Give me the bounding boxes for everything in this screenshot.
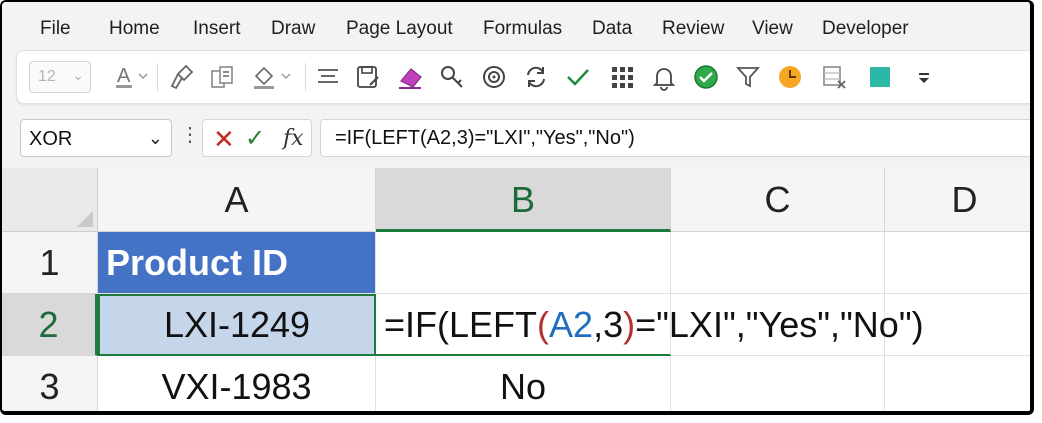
formula-text: =IF(LEFT(A2,3)="LXI","Yes","No") — [335, 127, 635, 149]
delete-sheet-icon[interactable] — [817, 61, 851, 93]
menu-home[interactable]: Home — [109, 18, 160, 40]
enter-icon[interactable]: ✓ — [245, 124, 265, 153]
menu-insert[interactable]: Insert — [193, 18, 241, 40]
cell-b3[interactable]: No — [376, 356, 671, 411]
cell-a1[interactable]: Product ID — [98, 232, 376, 294]
cell-a2[interactable]: LXI-1249 — [98, 294, 376, 356]
filter-icon[interactable] — [731, 61, 765, 93]
spreadsheet-grid: A B C D 1 2 3 Product ID LXI-1249 VXI-19… — [2, 168, 1030, 411]
find-icon[interactable] — [435, 61, 469, 93]
menu-page-layout[interactable]: Page Layout — [346, 18, 453, 40]
column-header-c[interactable]: C — [671, 168, 885, 232]
column-header-d[interactable]: D — [885, 168, 1030, 232]
name-box-value: XOR — [29, 128, 73, 150]
menu-file[interactable]: File — [40, 18, 71, 40]
teal-square-icon[interactable] — [863, 61, 897, 93]
align-icon[interactable] — [311, 61, 345, 93]
refresh-icon[interactable] — [519, 61, 553, 93]
ribbon-toolbar: 12 ⌄ A — [16, 50, 1030, 104]
menu-review[interactable]: Review — [662, 18, 724, 40]
name-box[interactable]: XOR ⌄ — [20, 119, 172, 157]
grid-icon[interactable] — [605, 61, 639, 93]
format-painter-icon[interactable] — [165, 61, 199, 93]
menu-draw[interactable]: Draw — [271, 18, 315, 40]
copy-format-icon[interactable] — [205, 61, 239, 93]
customize-icon[interactable] — [911, 61, 937, 93]
menu-bar: File Home Insert Draw Page Layout Formul… — [2, 2, 1030, 50]
column-header-b[interactable]: B — [376, 168, 671, 232]
cell-c3[interactable] — [671, 356, 885, 411]
green-check-icon[interactable] — [689, 61, 723, 93]
select-all-corner[interactable] — [2, 168, 98, 232]
chevron-down-icon: ⌄ — [72, 67, 84, 83]
cancel-icon[interactable]: ✕ — [213, 124, 235, 155]
clear-format-icon[interactable] — [393, 61, 427, 93]
clock-icon[interactable] — [773, 61, 807, 93]
row-header-3[interactable]: 3 — [2, 356, 98, 411]
bell-icon[interactable] — [647, 61, 681, 93]
formula-controls: ✕ ✓ fx — [202, 119, 312, 157]
font-size-value: 12 — [38, 68, 56, 85]
font-color-icon[interactable]: A — [109, 61, 153, 93]
cell-c1[interactable] — [671, 232, 885, 294]
cell-edit-formula: =IF(LEFT(A2,3)="LXI","Yes","No") — [384, 304, 924, 345]
formula-input[interactable]: =IF(LEFT(A2,3)="LXI","Yes","No") — [320, 119, 1030, 157]
column-header-a[interactable]: A — [98, 168, 376, 232]
menu-developer[interactable]: Developer — [822, 18, 909, 40]
cell-d1[interactable] — [885, 232, 1030, 294]
menu-view[interactable]: View — [752, 18, 793, 40]
row-header-2[interactable]: 2 — [2, 294, 98, 356]
font-color-letter: A — [117, 65, 131, 87]
checkmark-icon[interactable] — [561, 61, 595, 93]
chevron-down-icon: ⌄ — [147, 128, 163, 148]
cell-a3[interactable]: VXI-1983 — [98, 356, 376, 411]
font-size-select[interactable]: 12 ⌄ — [29, 61, 91, 93]
insert-function-button[interactable]: fx — [283, 126, 304, 151]
formula-bar-row: XOR ⌄ ⋮ ✕ ✓ fx =IF(LEFT(A2,3)="LXI","Yes… — [2, 110, 1030, 168]
fill-color-icon[interactable] — [249, 61, 299, 93]
save-as-icon[interactable] — [351, 61, 385, 93]
cell-b1[interactable] — [376, 232, 671, 294]
more-options-icon[interactable]: ⋮ — [180, 122, 200, 147]
menu-data[interactable]: Data — [592, 18, 632, 40]
row-header-1[interactable]: 1 — [2, 232, 98, 294]
menu-formulas[interactable]: Formulas — [483, 18, 562, 40]
excel-window: File Home Insert Draw Page Layout Formul… — [0, 0, 1034, 415]
target-icon[interactable] — [477, 61, 511, 93]
cell-d3[interactable] — [885, 356, 1030, 411]
